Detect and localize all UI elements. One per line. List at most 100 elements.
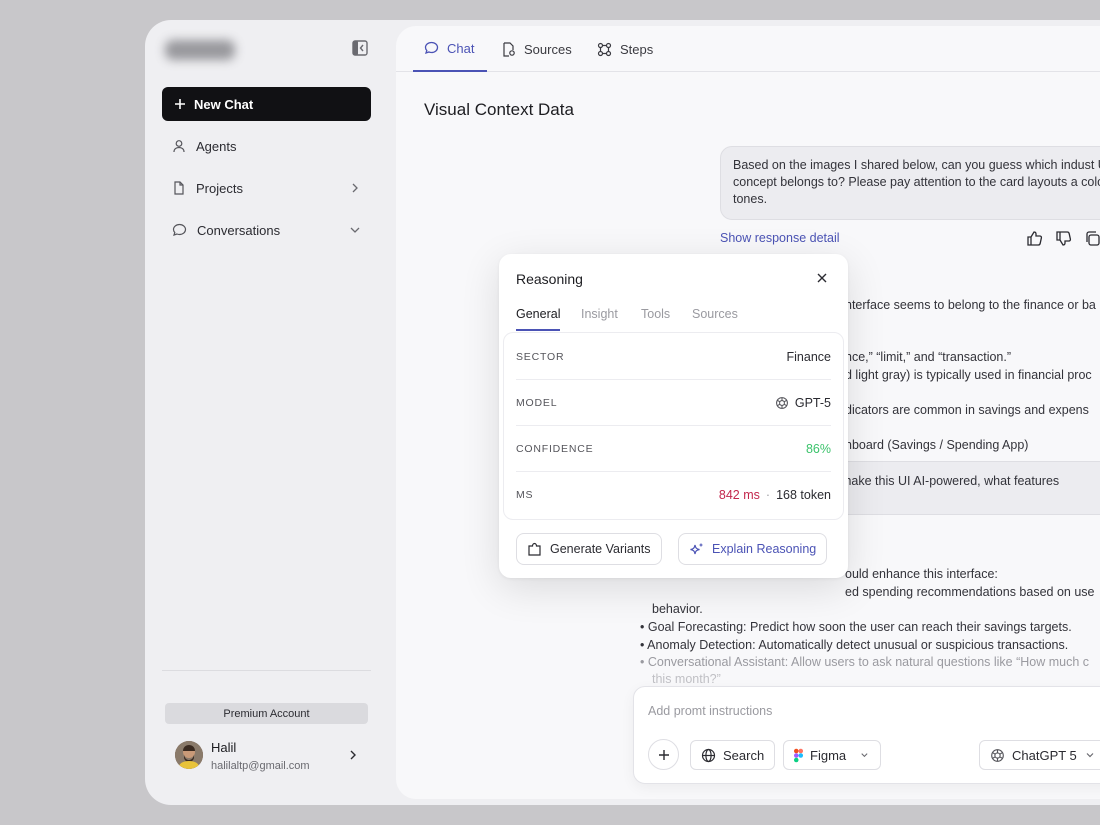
model-select[interactable]: ChatGPT 5: [979, 740, 1100, 770]
tab-steps[interactable]: Steps: [597, 26, 653, 72]
response-bullet: • Anomaly Detection: Automatically detec…: [640, 638, 1069, 652]
globe-icon: [701, 748, 716, 762]
response-text: d light gray) is typically used in finan…: [845, 368, 1092, 382]
premium-badge: Premium Account: [165, 703, 368, 724]
sector-label: SECTOR: [516, 350, 565, 363]
user-profile[interactable]: Halil halilaltp@gmail.com: [175, 739, 360, 775]
bullet-text: Goal Forecasting: Predict how soon the u…: [647, 620, 1072, 634]
thumbs-up-icon[interactable]: [1026, 230, 1043, 247]
response-text: ed spending recommendations based on use: [845, 585, 1095, 599]
sector-row: SECTOR Finance: [516, 334, 831, 380]
add-attachment-button[interactable]: [648, 739, 679, 770]
figma-label: Figma: [810, 747, 847, 763]
tab-label: Steps: [620, 41, 654, 57]
response-text: behavior.: [652, 602, 703, 616]
user-icon: [173, 140, 185, 153]
explain-reasoning-label: Explain Reasoning: [712, 542, 817, 556]
sidebar-item-agents[interactable]: Agents: [172, 134, 362, 158]
response-text: nterface seems to belong to the finance …: [845, 298, 1096, 312]
tab-chat[interactable]: Chat: [413, 26, 487, 72]
steps-icon: [597, 42, 612, 56]
sidebar: New Chat Agents Projects Conversations P…: [145, 20, 395, 805]
close-icon[interactable]: [816, 272, 828, 284]
search-label: Search: [723, 747, 765, 763]
tab-sources[interactable]: Sources: [502, 26, 572, 72]
plus-icon: [658, 749, 669, 760]
response-text: dicators are common in savings and expen…: [845, 403, 1089, 417]
prompt-input[interactable]: Add promt instructions: [648, 704, 772, 718]
figma-icon: [794, 748, 804, 762]
avatar: [175, 741, 203, 769]
token-value: 168 token: [776, 488, 831, 502]
openai-icon: [991, 748, 1004, 762]
brand-logo: [165, 40, 235, 60]
tab-label: Sources: [524, 41, 572, 57]
figma-select[interactable]: Figma: [783, 740, 881, 770]
followup-message-bubble: make this UI AI-powered, what features: [826, 461, 1100, 515]
user-email: halilaltp@gmail.com: [211, 760, 310, 772]
popup-tab-insight[interactable]: Insight: [581, 307, 618, 331]
response-text: nboard (Savings / Spending App): [845, 438, 1029, 452]
chevron-down-icon: [1086, 753, 1094, 758]
response-text: nce,” “limit,” and “transaction.”: [845, 350, 1012, 364]
popup-tab-tools[interactable]: Tools: [641, 307, 670, 331]
new-chat-button[interactable]: New Chat: [162, 87, 371, 121]
show-response-detail-link[interactable]: Show response detail: [720, 231, 840, 245]
ms-value: 842 ms: [718, 488, 760, 502]
followup-text: make this UI AI-powered, what features: [841, 474, 1060, 488]
bullet-text: Anomaly Detection: Automatically detect …: [647, 638, 1069, 652]
sector-value: Finance: [786, 349, 831, 364]
sparkle-icon: [690, 543, 703, 554]
bullet-text: Conversational Assistant: Allow users to…: [647, 655, 1090, 669]
user-message-bubble: Based on the images I shared below, can …: [720, 146, 1100, 220]
model-value-group: GPT-5: [775, 396, 831, 410]
chevron-down-icon: [350, 227, 360, 233]
sidebar-item-projects[interactable]: Projects: [172, 176, 362, 200]
page-title: Visual Context Data: [424, 100, 574, 119]
plus-icon: [175, 99, 185, 109]
search-button[interactable]: Search: [690, 740, 776, 770]
ms-value-group: 842 ms · 168 token: [719, 488, 831, 502]
ms-row: MS 842 ms · 168 token: [516, 472, 831, 518]
model-row: MODEL GPT-5: [516, 380, 831, 426]
reasoning-popup: Reasoning General Insight Tools Sources …: [499, 254, 848, 578]
generate-variants-label: Generate Variants: [550, 542, 651, 556]
tab-label: Chat: [447, 40, 475, 56]
sidebar-divider: [162, 670, 371, 671]
reasoning-details-card: SECTOR Finance MODEL GPT-5 CONFIDENCE 86…: [503, 332, 844, 520]
model-label: ChatGPT 5: [1012, 747, 1077, 763]
puzzle-icon: [528, 542, 541, 556]
response-bullet: • Conversational Assistant: Allow users …: [640, 655, 1090, 669]
prompt-composer: Add promt instructions Search Figma Chat…: [633, 686, 1100, 784]
popup-title: Reasoning: [516, 271, 583, 287]
tab-bar: Chat Sources Steps: [396, 26, 1100, 72]
response-text: ould enhance this interface:: [845, 567, 998, 581]
sidebar-item-label: Agents: [196, 138, 237, 154]
response-bullet: • Goal Forecasting: Predict how soon the…: [640, 620, 1072, 634]
confidence-value: 86%: [805, 441, 831, 456]
new-chat-label: New Chat: [194, 96, 254, 112]
thumbs-down-icon[interactable]: [1055, 230, 1072, 247]
copy-icon[interactable]: [1084, 230, 1100, 247]
ms-separator: ·: [765, 488, 771, 502]
openai-icon: [775, 396, 788, 409]
chevron-down-icon: [861, 753, 868, 758]
chevron-right-icon: [350, 750, 356, 760]
confidence-label: CONFIDENCE: [516, 442, 594, 455]
feedback-actions: [1026, 230, 1100, 247]
generate-variants-button[interactable]: Generate Variants: [516, 533, 662, 565]
popup-tab-general[interactable]: General: [516, 307, 561, 331]
sidebar-collapse-icon[interactable]: [352, 40, 368, 56]
response-text: this month?”: [652, 672, 721, 686]
sidebar-item-conversations[interactable]: Conversations: [172, 218, 362, 242]
confidence-row: CONFIDENCE 86%: [516, 426, 831, 472]
model-label: MODEL: [516, 396, 558, 409]
chevron-right-icon: [352, 183, 358, 193]
file-icon: [174, 181, 184, 195]
ms-label: MS: [516, 489, 534, 501]
model-value: GPT-5: [794, 395, 831, 410]
chat-bubble-icon: [424, 41, 439, 55]
popup-tab-sources[interactable]: Sources: [692, 307, 738, 331]
explain-reasoning-button[interactable]: Explain Reasoning: [678, 533, 828, 565]
chat-bubble-icon: [172, 223, 187, 236]
